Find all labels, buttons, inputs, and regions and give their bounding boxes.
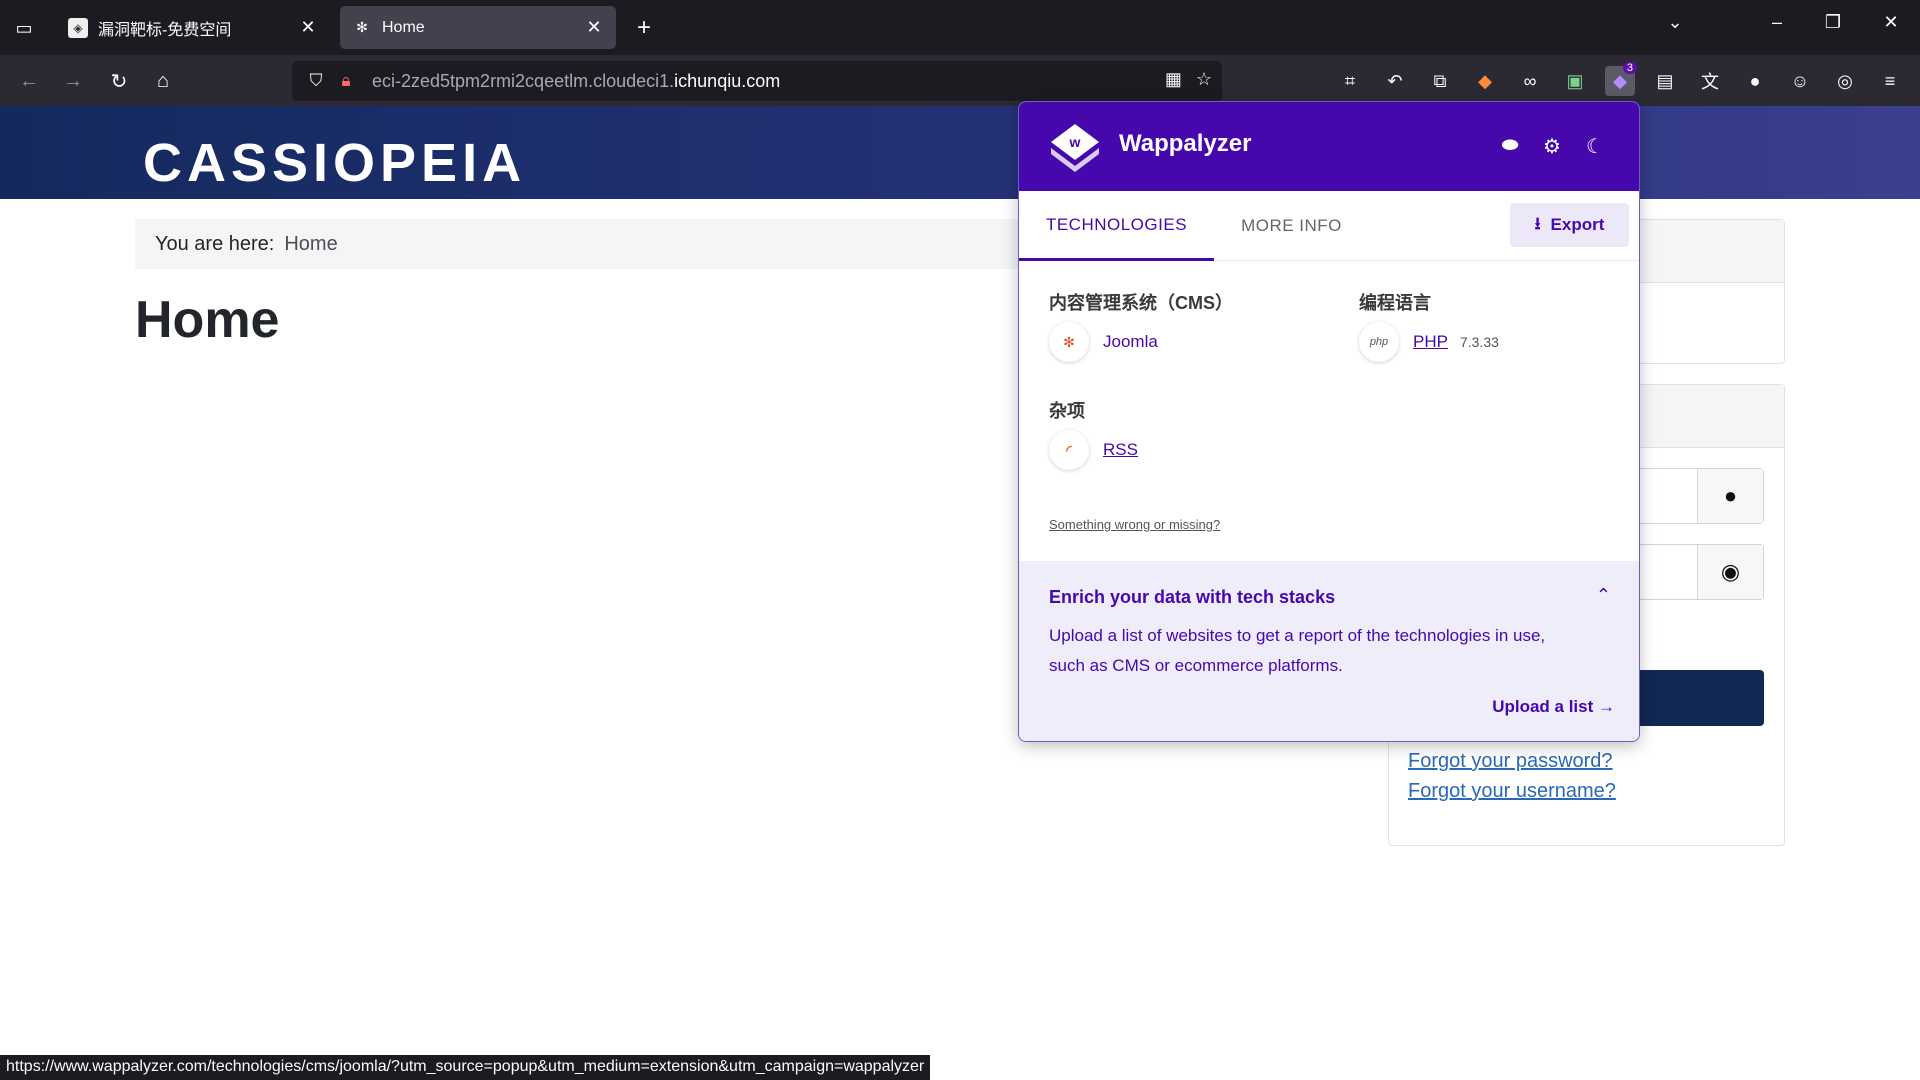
feedback-link[interactable]: Something wrong or missing? [1049, 517, 1220, 532]
tab-close-icon[interactable]: ✕ [298, 17, 318, 38]
circle-extension-icon[interactable]: ● [1740, 66, 1770, 96]
toggle-icon[interactable]: ⬬ [1497, 134, 1523, 157]
reload-icon[interactable]: ↻ [104, 66, 134, 96]
chevron-up-icon[interactable]: ⌃ [1596, 585, 1611, 606]
wappalyzer-title: Wappalyzer [1119, 130, 1252, 157]
cookie-extension-icon[interactable]: ◎ [1830, 66, 1860, 96]
tab-more-info[interactable]: MORE INFO [1214, 191, 1369, 261]
minimize-icon[interactable]: – [1762, 12, 1792, 33]
enrich-panel: Enrich your data with tech stacks ⌃ Uplo… [1019, 561, 1639, 741]
tab-title: Home [382, 18, 425, 36]
puzzle-icon[interactable]: ⧉ [1425, 66, 1455, 96]
green-extension-icon[interactable]: ▣ [1560, 66, 1590, 96]
bookmark-star-icon[interactable]: ☆ [1196, 69, 1212, 90]
browser-nav-bar: ← → ↻ ⌂ ⛉ 🔒︎ eci-2zed5tpm2rmi2cqeetlm.cl… [0, 55, 1920, 106]
eye-icon[interactable]: ◉ [1697, 545, 1763, 599]
tech-version: 7.3.33 [1459, 334, 1499, 350]
user-icon: ● [1697, 469, 1763, 523]
menu-icon[interactable]: ≡ [1875, 66, 1905, 96]
tech-name[interactable]: Joomla [1103, 332, 1158, 352]
close-window-icon[interactable]: ✕ [1876, 12, 1906, 33]
tab-close-icon[interactable]: ✕ [584, 17, 604, 38]
site-brand[interactable]: CASSIOPEIA [143, 132, 526, 194]
tab-title: 漏洞靶标-免费空间 [98, 21, 232, 39]
tab-home[interactable]: ✻ Home ✕ [340, 6, 616, 49]
forgot-username-link[interactable]: Forgot your username? [1408, 780, 1616, 803]
joomla-icon: ✻ [1049, 322, 1089, 362]
list-all-tabs-icon[interactable]: ⌄ [1660, 12, 1690, 33]
breadcrumb-current: Home [284, 232, 338, 255]
undo-icon[interactable]: ↶ [1380, 66, 1410, 96]
tech-name[interactable]: PHP [1413, 332, 1448, 352]
category-cms: 内容管理系统（CMS） [1049, 293, 1233, 313]
shield-icon[interactable]: ⛉ [304, 71, 328, 91]
enrich-text: Upload a list of websites to get a repor… [1049, 626, 1546, 675]
site-favicon-icon: ◈ [68, 17, 88, 38]
svg-text:w: w [1069, 134, 1081, 150]
back-icon[interactable]: ← [14, 66, 44, 96]
wappalyzer-logo-icon: w [1049, 122, 1101, 172]
category-misc: 杂项 [1049, 401, 1085, 421]
wappalyzer-extension-icon[interactable]: ◆ 3 [1605, 62, 1637, 96]
dark-mode-icon[interactable]: ☾ [1582, 134, 1608, 159]
home-icon[interactable]: ⌂ [148, 66, 178, 96]
status-bar-url: https://www.wappalyzer.com/technologies/… [0, 1055, 931, 1080]
download-icon: ⭳ [1534, 213, 1541, 233]
category-language: 编程语言 [1359, 293, 1431, 313]
export-button[interactable]: ⭳ Export [1510, 203, 1629, 247]
forgot-password-link[interactable]: Forgot your password? [1408, 750, 1613, 773]
upload-list-label: Upload a list [1492, 697, 1594, 716]
tech-rss[interactable]: ◜ RSS [1049, 430, 1138, 470]
fox-extension-icon[interactable]: ◆ [1470, 66, 1500, 96]
page-title: Home [135, 291, 280, 349]
wappalyzer-tabs: TECHNOLOGIES MORE INFO ⭳ Export [1019, 191, 1639, 261]
new-tab-icon[interactable]: + [630, 14, 658, 42]
tab-vuln-target[interactable]: ◈ 漏洞靶标-免费空间 ✕ [56, 6, 330, 49]
address-bar[interactable]: ⛉ 🔒︎ eci-2zed5tpm2rmi2cqeetlm.cloudeci1.… [292, 61, 1222, 101]
enrich-title: Enrich your data with tech stacks [1049, 587, 1336, 607]
wappalyzer-header: w Wappalyzer ⬬ ⚙ ☾ [1019, 102, 1639, 191]
translate-icon[interactable]: 文 [1695, 66, 1725, 96]
upload-list-link[interactable]: Upload a list → [1492, 697, 1615, 717]
crop-icon[interactable]: ⌗ [1335, 66, 1365, 96]
tab-technologies[interactable]: TECHNOLOGIES [1019, 191, 1214, 261]
qr-code-icon[interactable]: ▦ [1165, 69, 1182, 90]
tech-name[interactable]: RSS [1103, 440, 1138, 460]
breadcrumb-label: You are here: [155, 232, 275, 255]
tech-php[interactable]: php PHP 7.3.33 [1359, 322, 1499, 362]
restore-icon[interactable]: ❐ [1818, 12, 1848, 33]
tech-joomla[interactable]: ✻ Joomla [1049, 322, 1158, 362]
gear-icon[interactable]: ⚙ [1539, 134, 1565, 159]
wappalyzer-badge: 3 [1622, 62, 1637, 74]
avatar-extension-icon[interactable]: ☺ [1785, 66, 1815, 96]
url-text[interactable]: eci-2zed5tpm2rmi2cqeetlm.cloudeci1.ichun… [372, 71, 780, 92]
insecure-lock-icon[interactable]: 🔒︎ [334, 71, 358, 91]
arrow-right-icon: → [1598, 697, 1615, 716]
glasses-extension-icon[interactable]: ∞ [1515, 66, 1545, 96]
tab-list-icon[interactable]: ▭ [10, 14, 38, 42]
php-icon: php [1359, 322, 1399, 362]
forward-icon[interactable]: → [58, 66, 88, 96]
browser-tab-bar: ▭ ◈ 漏洞靶标-免费空间 ✕ ✻ Home ✕ + ⌄ – ❐ ✕ [0, 0, 1920, 55]
rss-icon: ◜ [1049, 430, 1089, 470]
panel-extension-icon[interactable]: ▤ [1650, 66, 1680, 96]
wappalyzer-popup: w Wappalyzer ⬬ ⚙ ☾ TECHNOLOGIES MORE INF… [1018, 101, 1640, 742]
joomla-favicon-icon: ✻ [356, 19, 368, 35]
export-label: Export [1550, 215, 1605, 234]
